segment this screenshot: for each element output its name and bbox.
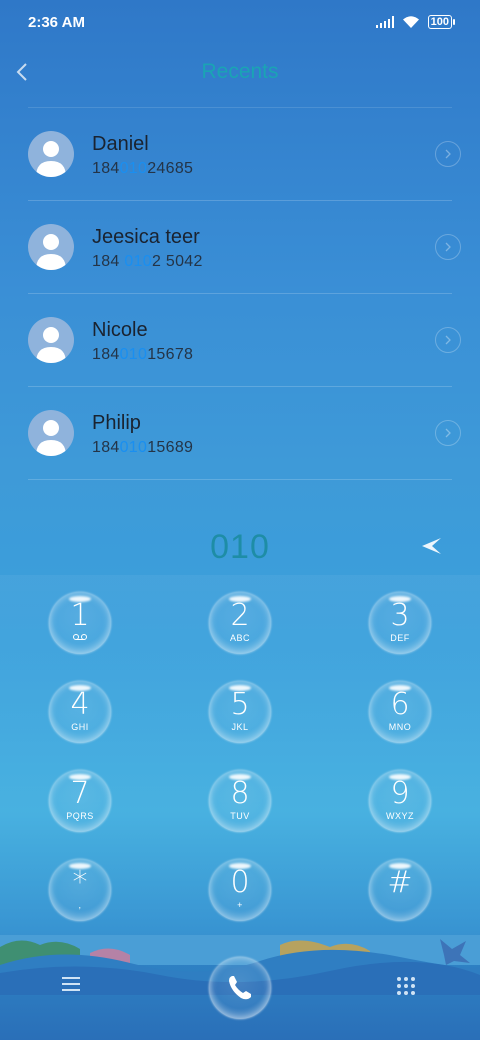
key-digit: 3 xyxy=(390,598,410,633)
number-match: 010 xyxy=(119,160,148,177)
contact-number: 18401015689 xyxy=(92,439,193,457)
recents-list: Daniel 18401024685 Jeesica teer 184 0102… xyxy=(28,107,461,480)
key-digit: # xyxy=(387,865,413,900)
backspace-button[interactable] xyxy=(414,532,448,560)
key-digit: * xyxy=(72,865,88,900)
key-digit: 8 xyxy=(230,776,250,811)
key-digit: 7 xyxy=(70,776,90,811)
chevron-right-icon xyxy=(445,335,451,345)
list-item[interactable]: Jeesica teer 184 0102 5042 xyxy=(28,201,461,294)
page-title: Recents xyxy=(201,60,279,83)
dial-input[interactable]: 010 xyxy=(0,528,480,567)
key-letters: DEF xyxy=(390,633,410,643)
key-letters: GHI xyxy=(71,722,89,732)
list-item[interactable]: Philip 18401015689 xyxy=(28,387,461,480)
status-bar: 2:36 AM 100 xyxy=(0,0,480,44)
avatar xyxy=(28,317,74,363)
details-button[interactable] xyxy=(435,141,461,167)
bottom-bar xyxy=(0,935,480,1040)
dialpad-icon xyxy=(397,977,415,995)
details-button[interactable] xyxy=(435,327,461,353)
number-suffix: 15689 xyxy=(147,439,194,456)
avatar xyxy=(28,131,74,177)
header: Recents xyxy=(0,52,480,92)
key-6[interactable]: 6 MNO xyxy=(369,681,431,743)
contact-name: Jeesica teer xyxy=(92,226,200,248)
call-button[interactable] xyxy=(209,957,271,1019)
signal-icon xyxy=(375,16,394,28)
battery-level: 100 xyxy=(430,15,449,28)
chevron-right-icon xyxy=(445,242,451,252)
key-digit: 0 xyxy=(230,865,250,900)
key-5[interactable]: 5 JKL xyxy=(209,681,271,743)
key-7[interactable]: 7 PQRS xyxy=(49,770,111,832)
list-item[interactable]: Nicole 18401015678 xyxy=(28,294,461,387)
menu-icon xyxy=(62,977,80,991)
key-letters: WXYZ xyxy=(386,811,414,821)
number-prefix: 184 xyxy=(92,346,120,363)
dialpad-button[interactable] xyxy=(395,975,417,997)
number-match: 010 xyxy=(124,253,152,270)
voicemail-icon xyxy=(49,633,111,643)
number-prefix: 184 xyxy=(92,253,125,270)
avatar xyxy=(28,224,74,270)
key-digit: 2 xyxy=(230,598,250,633)
battery-icon: 100 xyxy=(427,15,456,29)
contact-name: Nicole xyxy=(92,319,148,341)
key-letters: , xyxy=(78,900,82,910)
number-prefix: 184 xyxy=(92,160,120,177)
key-3[interactable]: 3 DEF xyxy=(369,592,431,654)
wifi-icon xyxy=(402,15,420,29)
dial-input-row: 010 xyxy=(0,520,480,572)
status-icons: 100 xyxy=(375,15,456,29)
number-prefix: 184 xyxy=(92,439,120,456)
key-digit: 6 xyxy=(390,687,410,722)
key-letters: TUV xyxy=(230,811,250,821)
number-suffix: 15678 xyxy=(147,346,194,363)
chevron-right-icon xyxy=(445,428,451,438)
key-digit: 5 xyxy=(230,687,250,722)
details-button[interactable] xyxy=(435,420,461,446)
key-letters: ABC xyxy=(229,633,250,643)
key-8[interactable]: 8 TUV xyxy=(209,770,271,832)
key-4[interactable]: 4 GHI xyxy=(49,681,111,743)
status-time: 2:36 AM xyxy=(28,13,85,31)
number-match: 010 xyxy=(119,439,148,456)
number-suffix: 24685 xyxy=(147,160,194,177)
key-digit: 1 xyxy=(70,598,90,633)
key-digit: 9 xyxy=(390,776,410,811)
contact-number: 18401024685 xyxy=(92,160,193,178)
key-letters: MNO xyxy=(388,722,412,732)
key-star[interactable]: * , xyxy=(49,859,111,921)
key-hash[interactable]: # xyxy=(369,859,431,921)
keypad: 1 2 ABC 3 DEF 4 GHI 5 JKL 6 MNO 7 PQRS 8… xyxy=(0,575,480,935)
key-letters: JKL xyxy=(231,722,249,732)
key-0[interactable]: 0 + xyxy=(209,859,271,921)
contact-number: 18401015678 xyxy=(92,346,193,364)
contact-name: Daniel xyxy=(92,133,149,155)
menu-button[interactable] xyxy=(60,975,86,997)
avatar xyxy=(28,410,74,456)
details-button[interactable] xyxy=(435,234,461,260)
key-digit: 4 xyxy=(70,687,90,722)
key-letters: PQRS xyxy=(66,811,94,821)
key-2[interactable]: 2 ABC xyxy=(209,592,271,654)
phone-icon xyxy=(229,976,251,1000)
key-9[interactable]: 9 WXYZ xyxy=(369,770,431,832)
chevron-right-icon xyxy=(445,149,451,159)
contact-name: Philip xyxy=(92,412,141,434)
number-match: 010 xyxy=(119,346,148,363)
number-suffix: 2 5042 xyxy=(151,253,203,270)
backspace-icon xyxy=(422,538,441,554)
key-1[interactable]: 1 xyxy=(49,592,111,654)
key-letters: + xyxy=(237,900,243,910)
list-item[interactable]: Daniel 18401024685 xyxy=(28,108,461,201)
contact-number: 184 0102 5042 xyxy=(92,253,203,271)
